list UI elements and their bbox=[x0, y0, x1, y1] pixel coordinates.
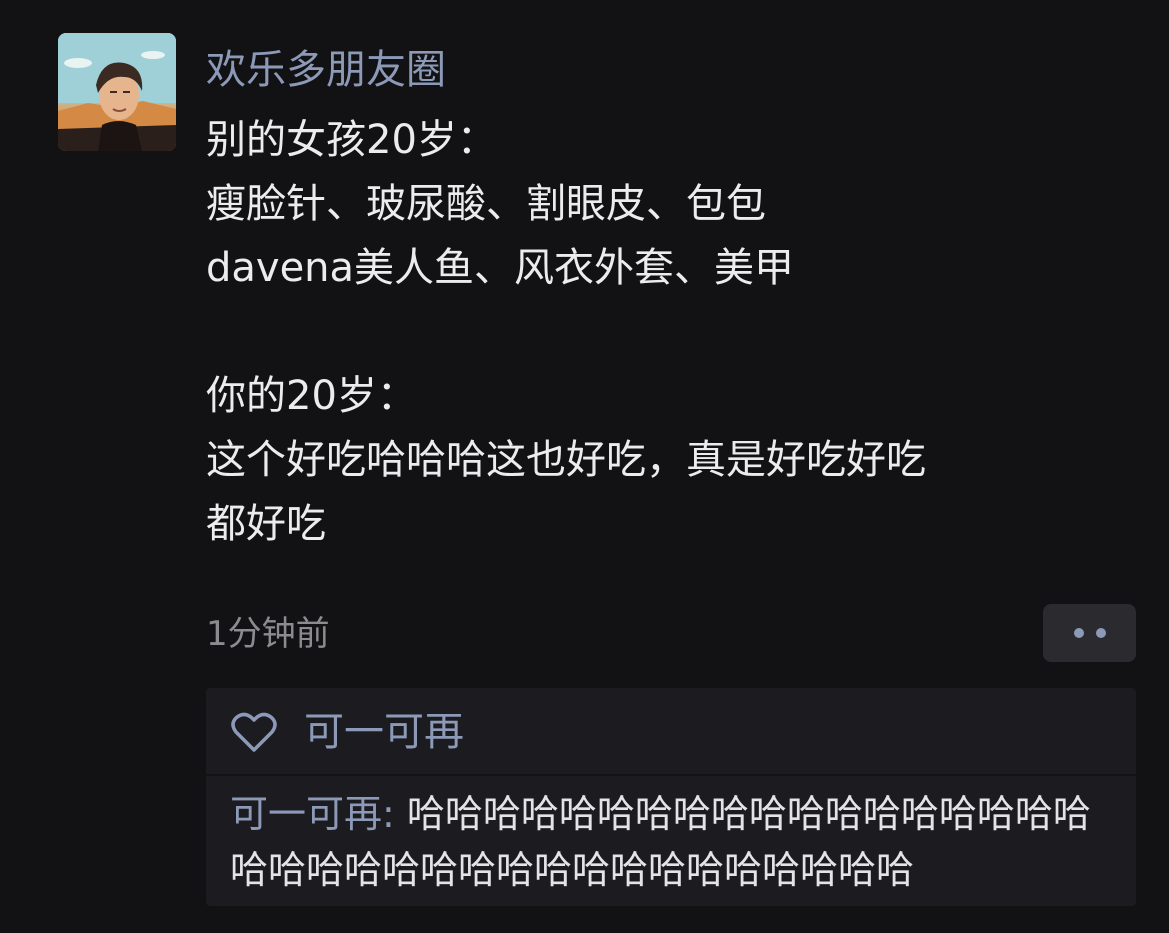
content-line: 别的女孩20岁： bbox=[206, 117, 497, 163]
more-actions-button[interactable] bbox=[1043, 604, 1136, 662]
heart-outline-icon bbox=[231, 712, 277, 752]
avatar-illustration bbox=[58, 33, 176, 151]
content-line: 都好吃 bbox=[206, 501, 326, 547]
like-user-name[interactable]: 可一可再 bbox=[304, 702, 464, 762]
post-content: 别的女孩20岁： 瘦脸针、玻尿酸、割眼皮、包包 davena美人鱼、风衣外套、美… bbox=[206, 108, 1126, 556]
likes-row: 可一可再 bbox=[206, 688, 1136, 776]
content-line: 瘦脸针、玻尿酸、割眼皮、包包 bbox=[206, 181, 766, 227]
avatar[interactable] bbox=[58, 33, 176, 151]
comment-separator: : bbox=[382, 792, 407, 836]
content-line: 这个好吃哈哈哈这也好吃，真是好吃好吃 bbox=[206, 437, 926, 483]
dot-icon bbox=[1073, 628, 1084, 638]
comment-item[interactable]: 可一可再: 哈哈哈哈哈哈哈哈哈哈哈哈哈哈哈哈哈哈哈哈哈哈哈哈哈哈哈哈哈哈哈哈哈哈… bbox=[230, 786, 1120, 898]
likes-comments-panel: 可一可再 可一可再: 哈哈哈哈哈哈哈哈哈哈哈哈哈哈哈哈哈哈哈哈哈哈哈哈哈哈哈哈哈… bbox=[206, 688, 1136, 906]
content-line: davena美人鱼、风衣外套、美甲 bbox=[206, 245, 795, 291]
content-blank-line bbox=[206, 300, 1126, 364]
dot-icon bbox=[1095, 628, 1106, 638]
content-line: 你的20岁： bbox=[206, 373, 417, 419]
post-author-name[interactable]: 欢乐多朋友圈 bbox=[206, 40, 446, 100]
post-timestamp: 1分钟前 bbox=[206, 614, 330, 654]
comment-author[interactable]: 可一可再 bbox=[230, 792, 382, 836]
moments-post: 欢乐多朋友圈 别的女孩20岁： 瘦脸针、玻尿酸、割眼皮、包包 davena美人鱼… bbox=[0, 0, 1169, 933]
